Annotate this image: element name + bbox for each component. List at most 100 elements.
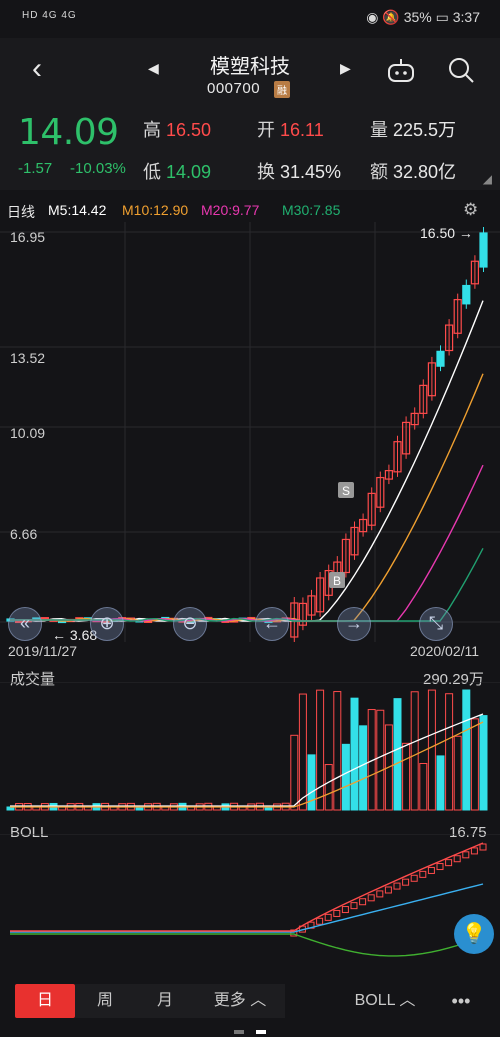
- ma5-value: M5:14.42: [48, 202, 107, 218]
- last-price: 14.09: [18, 112, 119, 153]
- chevron-up-icon: ︿: [250, 992, 267, 1009]
- period-label: 日线: [7, 204, 35, 220]
- boll-candle: [402, 878, 410, 886]
- boll-candle: [333, 909, 341, 917]
- ma30-value: M30:7.85: [282, 202, 341, 218]
- boll-candle: [350, 902, 358, 910]
- volume-bar: [453, 735, 462, 811]
- scroll-left-fast-button[interactable]: «: [8, 607, 42, 641]
- boll-candle: [359, 898, 367, 906]
- volume-bar: [393, 698, 402, 811]
- volume-bar: [341, 743, 350, 811]
- volume-bar: [427, 689, 436, 811]
- next-stock-button[interactable]: ▶: [340, 60, 351, 77]
- volume-field: 量 225.5万: [370, 120, 457, 140]
- robot-icon[interactable]: [386, 56, 416, 89]
- low-field: 低 14.09: [143, 162, 212, 182]
- settings-gear-icon[interactable]: ⚙: [463, 200, 478, 220]
- kline-chart[interactable]: SB: [0, 222, 500, 642]
- volume-bar: [470, 718, 479, 811]
- buy-marker-text: B: [333, 574, 341, 588]
- max-price-label: 16.50 →: [420, 225, 473, 241]
- scroll-left-button[interactable]: ←: [255, 607, 289, 641]
- boll-candle: [316, 917, 324, 925]
- boll-candle: [462, 851, 470, 859]
- stock-code: 000700: [207, 80, 261, 97]
- clock: 3:37: [452, 9, 480, 25]
- open-field: 开 16.11: [257, 120, 324, 140]
- volume-bar: [324, 764, 333, 811]
- ma-line: [10, 373, 484, 622]
- volume-bar: [359, 725, 368, 811]
- volume-bar: [445, 693, 454, 811]
- date-start: 2019/11/27: [8, 643, 78, 659]
- boll-candle: [324, 913, 332, 921]
- tab-day[interactable]: 日: [15, 984, 75, 1018]
- date-end: 2020/02/11: [410, 643, 480, 659]
- stock-name: 模塑科技: [210, 56, 290, 78]
- boll-candle: [419, 870, 427, 878]
- indicator-selector[interactable]: BOLL ︿: [340, 984, 430, 1018]
- volume-chart[interactable]: [0, 682, 500, 812]
- more-options-button[interactable]: •••: [436, 984, 486, 1018]
- boll-candle: [470, 847, 478, 855]
- tab-more[interactable]: 更多 ︿: [195, 984, 285, 1018]
- ma-line: [10, 547, 484, 622]
- chevron-up-icon: ︿: [399, 992, 416, 1009]
- quote-panel: 14.09 -1.57 -10.03% 高 16.50 开 16.11 量 22…: [0, 106, 500, 190]
- expand-icon[interactable]: ◢: [483, 172, 492, 186]
- volume-bar: [333, 691, 342, 811]
- volume-bar: [298, 693, 307, 811]
- volume-bar: [479, 715, 488, 811]
- volume-bar: [410, 691, 419, 811]
- scroll-right-button[interactable]: →: [337, 607, 371, 641]
- page-indicator-2: [256, 1030, 266, 1034]
- battery-icon: ▭: [435, 9, 449, 25]
- sell-marker-text: S: [342, 484, 350, 498]
- status-bar: HD 4G 4G ◉ 🔕 35% ▭ 3:37: [0, 0, 500, 38]
- amount-field: 额 32.80亿: [370, 162, 457, 182]
- zoom-out-button[interactable]: ⊖: [173, 607, 207, 641]
- volume-bar: [462, 689, 471, 811]
- ma10-value: M10:12.90: [122, 202, 189, 218]
- status-right: ◉ 🔕 35% ▭ 3:37: [366, 9, 480, 26]
- volume-bar: [290, 734, 299, 811]
- boll-candle: [410, 874, 418, 882]
- boll-candle: [376, 890, 384, 898]
- boll-candle: [393, 882, 401, 890]
- y-tick-1: 16.95: [10, 229, 46, 245]
- ma20-value: M20:9.77: [201, 202, 260, 218]
- ma-legend: 日线 M5:14.42 M10:12.90 M20:9.77 M30:7.85 …: [0, 198, 500, 222]
- fullscreen-button[interactable]: ⤡: [419, 607, 453, 641]
- battery-pct: 35%: [403, 9, 432, 25]
- boll-candle: [453, 855, 461, 863]
- tab-month[interactable]: 月: [135, 984, 195, 1018]
- boll-candle: [427, 866, 435, 874]
- tab-week[interactable]: 周: [75, 984, 135, 1018]
- boll-candle: [384, 886, 392, 894]
- boll-candle: [436, 863, 444, 871]
- ma-line: [10, 300, 484, 622]
- volume-bar: [376, 709, 385, 811]
- volume-bar: [436, 755, 445, 811]
- volume-bar: [402, 742, 411, 811]
- signal-indicators: HD 4G 4G: [22, 10, 77, 21]
- price-change-pct: -10.03%: [70, 160, 126, 177]
- boll-candle: [445, 859, 453, 867]
- volume-bar: [419, 762, 428, 811]
- volume-bar: [350, 697, 359, 811]
- y-tick-4: 6.66: [10, 526, 38, 542]
- volume-bar: [316, 689, 325, 811]
- zoom-in-button[interactable]: ⊕: [90, 607, 124, 641]
- eye-icon: ◉: [366, 9, 379, 25]
- boll-chart[interactable]: [0, 834, 500, 964]
- mute-icon: 🔕: [382, 9, 400, 25]
- hint-bulb-button[interactable]: 💡: [454, 914, 494, 954]
- search-icon[interactable]: [447, 56, 475, 89]
- ma-line: [10, 464, 484, 622]
- y-tick-2: 13.52: [10, 350, 46, 366]
- stock-header: ‹ ◀ 模塑科技 000700 融 ▶: [0, 38, 500, 106]
- boll-candle: [367, 894, 375, 902]
- turnover-field: 换 31.45%: [257, 162, 342, 182]
- page-indicator-1: [234, 1030, 244, 1034]
